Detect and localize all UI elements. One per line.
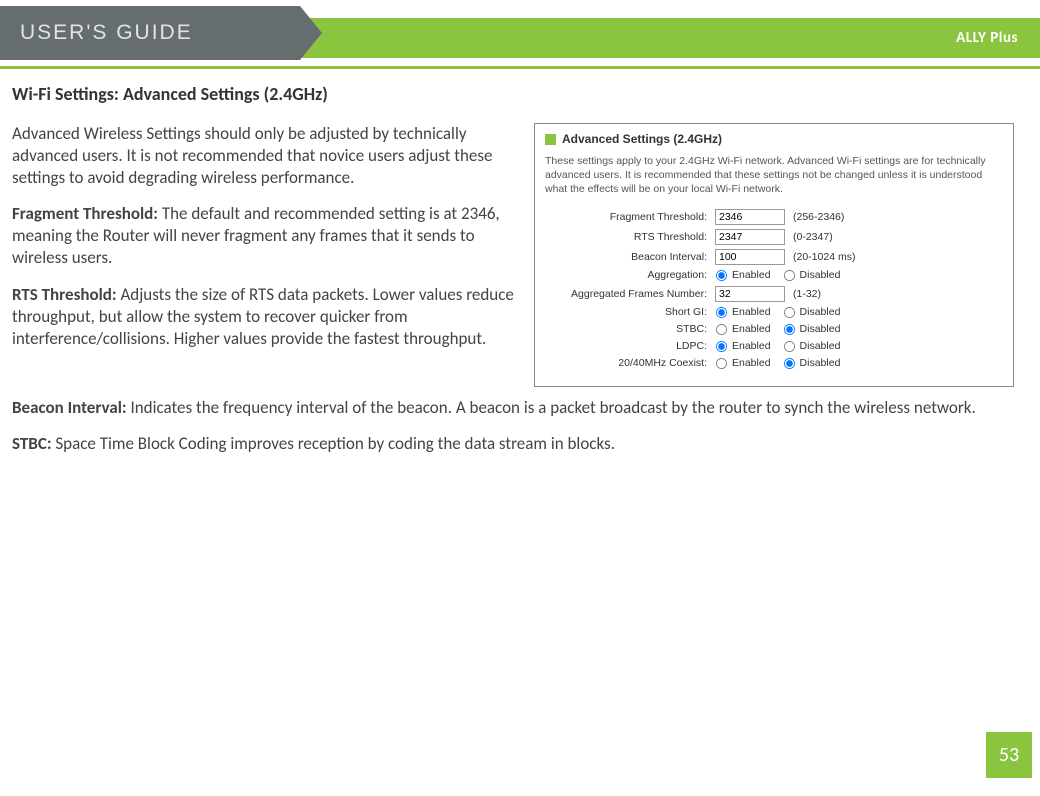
input-fragment-threshold[interactable]	[715, 209, 785, 225]
product-name: ALLY Plus	[956, 29, 1018, 47]
range-beacon: (20-1024 ms)	[793, 251, 855, 263]
radio-aggregation-enabled[interactable]	[716, 269, 727, 280]
panel-title: Advanced Settings (2.4GHz)	[562, 132, 722, 146]
radio-ldpc-disabled[interactable]	[784, 340, 795, 351]
para-beacon: Beacon Interval: Indicates the frequency…	[12, 397, 1014, 419]
label-stbc: STBC:	[545, 323, 715, 335]
label-aggregation: Aggregation:	[545, 269, 715, 281]
label-rts: RTS Threshold:	[545, 231, 715, 243]
text-beacon: Indicates the frequency interval of the …	[130, 397, 975, 418]
radio-label-enabled: Enabled	[732, 357, 771, 369]
page-number: 53	[986, 732, 1032, 778]
panel-description: These settings apply to your 2.4GHz Wi-F…	[545, 154, 1003, 197]
settings-panel: Advanced Settings (2.4GHz) These setting…	[534, 123, 1014, 387]
header-dark-tab: USER'S GUIDE	[0, 6, 300, 60]
label-beacon-bold: Beacon Interval:	[12, 397, 130, 418]
radio-stbc-disabled[interactable]	[784, 323, 795, 334]
radio-label-enabled: Enabled	[732, 340, 771, 352]
label-ldpc: LDPC:	[545, 340, 715, 352]
radio-aggregation-disabled[interactable]	[784, 269, 795, 280]
radio-label-disabled: Disabled	[800, 306, 841, 318]
page-title: Wi-Fi Settings: Advanced Settings (2.4GH…	[12, 83, 1014, 105]
label-rts-bold: RTS Threshold:	[12, 284, 120, 305]
label-stbc-bold: STBC:	[12, 433, 55, 454]
content-area: Wi-Fi Settings: Advanced Settings (2.4GH…	[0, 69, 1040, 455]
row-short-gi: Short GI: Enabled Disabled	[545, 306, 1003, 319]
range-rts: (0-2347)	[793, 231, 833, 243]
radio-stbc-enabled[interactable]	[716, 323, 727, 334]
label-fragment: Fragment Threshold:	[545, 211, 715, 223]
panel-header: Advanced Settings (2.4GHz)	[545, 132, 1003, 146]
label-fragment-bold: Fragment Threshold:	[12, 203, 162, 224]
row-rts-threshold: RTS Threshold: (0-2347)	[545, 229, 1003, 245]
radio-label-disabled: Disabled	[800, 340, 841, 352]
radio-short-gi-disabled[interactable]	[784, 306, 795, 317]
text-stbc: Space Time Block Coding improves recepti…	[55, 433, 615, 454]
row-stbc: STBC: Enabled Disabled	[545, 323, 1003, 336]
header-bar: ALLY Plus USER'S GUIDE	[0, 6, 1040, 60]
radio-short-gi-enabled[interactable]	[716, 306, 727, 317]
para-stbc: STBC: Space Time Block Coding improves r…	[12, 433, 1014, 455]
radio-label-disabled: Disabled	[800, 269, 841, 281]
label-coexist: 20/40MHz Coexist:	[545, 357, 715, 369]
label-short-gi: Short GI:	[545, 306, 715, 318]
input-beacon-interval[interactable]	[715, 249, 785, 265]
row-aggregation: Aggregation: Enabled Disabled	[545, 269, 1003, 282]
radio-label-disabled: Disabled	[800, 357, 841, 369]
label-agg-frames: Aggregated Frames Number:	[545, 288, 715, 300]
input-agg-frames[interactable]	[715, 286, 785, 302]
guide-label: USER'S GUIDE	[20, 21, 193, 45]
row-aggregated-frames: Aggregated Frames Number: (1-32)	[545, 286, 1003, 302]
row-fragment-threshold: Fragment Threshold: (256-2346)	[545, 209, 1003, 225]
radio-coexist-enabled[interactable]	[716, 357, 727, 368]
radio-label-enabled: Enabled	[732, 323, 771, 335]
row-ldpc: LDPC: Enabled Disabled	[545, 340, 1003, 353]
radio-ldpc-enabled[interactable]	[716, 340, 727, 351]
radio-coexist-disabled[interactable]	[784, 357, 795, 368]
radio-label-disabled: Disabled	[800, 323, 841, 335]
range-agg-frames: (1-32)	[793, 288, 821, 300]
row-beacon-interval: Beacon Interval: (20-1024 ms)	[545, 249, 1003, 265]
header-green-strip: ALLY Plus	[300, 18, 1040, 58]
row-coexist: 20/40MHz Coexist: Enabled Disabled	[545, 357, 1003, 370]
radio-label-enabled: Enabled	[732, 269, 771, 281]
radio-label-enabled: Enabled	[732, 306, 771, 318]
range-fragment: (256-2346)	[793, 211, 844, 223]
input-rts-threshold[interactable]	[715, 229, 785, 245]
label-beacon: Beacon Interval:	[545, 251, 715, 263]
panel-square-icon	[545, 134, 556, 145]
